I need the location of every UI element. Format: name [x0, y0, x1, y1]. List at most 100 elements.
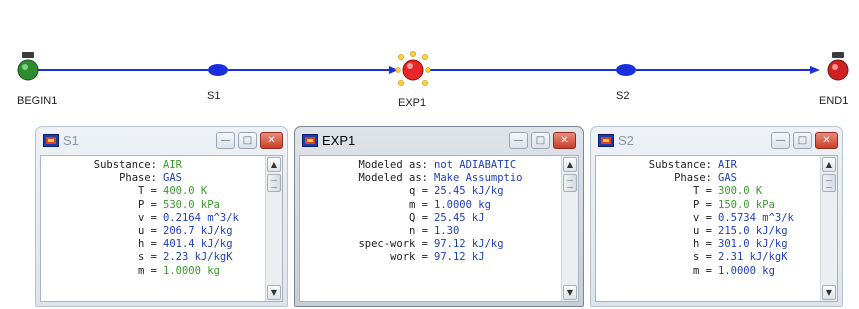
app-icon: [302, 134, 318, 147]
property-label: v =: [138, 211, 157, 224]
properties-list: Substance: AIR Phase: GAS T = 400.0 K P = 530.0…: [41, 156, 265, 301]
flow-diagram: [17, 51, 849, 86]
scroll-down-icon[interactable]: ▼: [267, 285, 281, 300]
property-value: AIR: [718, 159, 737, 171]
property-label: m =: [693, 264, 712, 277]
scroll-up-icon[interactable]: ▲: [563, 157, 577, 172]
property-value: 1.30: [434, 224, 460, 237]
maximize-button[interactable]: □: [793, 132, 812, 149]
vertical-scrollbar[interactable]: ▲ ▼: [561, 156, 578, 301]
property-value: 215.0 kJ/kg: [718, 224, 788, 237]
property-value: 150.0 kPa: [718, 198, 775, 211]
window-exp1[interactable]: EXP1 — □ ✕ Modeled as: not ADIABATIC Model…: [294, 126, 584, 307]
property-label: v =: [693, 211, 712, 224]
close-button[interactable]: ✕: [815, 132, 838, 149]
property-value: 1.0000 kg: [163, 264, 220, 277]
scroll-thumb[interactable]: [822, 174, 836, 192]
property-label: Substance:: [93, 159, 157, 171]
property-value: GAS: [163, 172, 182, 185]
property-value: 0.5734 m^3/k: [718, 211, 794, 224]
property-label: T =: [138, 185, 157, 198]
vertical-scrollbar[interactable]: ▲ ▼: [820, 156, 837, 301]
property-label: P =: [138, 198, 157, 211]
stream-s1-node-icon[interactable]: [208, 64, 228, 76]
property-label: m =: [138, 264, 157, 277]
property-row: P = 530.0 kPa: [41, 199, 265, 212]
property-row: Modeled as: not ADIABATIC: [300, 159, 561, 172]
window-s2-titlebar[interactable]: S2 — □ ✕: [591, 127, 842, 154]
scroll-thumb[interactable]: [267, 174, 281, 192]
scroll-up-icon[interactable]: ▲: [267, 157, 281, 172]
property-label: s =: [138, 251, 157, 264]
property-row: m = 1.0000 kg: [41, 265, 265, 278]
property-label: h =: [138, 238, 157, 251]
arrowhead-end: [810, 66, 820, 74]
begin-node-icon[interactable]: [17, 52, 39, 81]
expander-node-icon[interactable]: [395, 51, 431, 86]
property-label: Modeled as:: [358, 172, 428, 185]
scroll-down-icon[interactable]: ▼: [563, 285, 577, 300]
property-label: n =: [409, 224, 428, 237]
property-label: P =: [693, 198, 712, 211]
property-label: u =: [693, 224, 712, 237]
scroll-down-icon[interactable]: ▼: [822, 285, 836, 300]
property-value: 2.31 kJ/kgK: [718, 251, 788, 264]
property-label: Phase:: [674, 172, 712, 185]
property-label: Modeled as:: [358, 159, 428, 171]
window-exp1-title: EXP1: [322, 133, 356, 148]
property-value: AIR: [163, 159, 182, 171]
window-s2-content: Substance: AIR Phase: GAS T = 300.0 K P = 150.0…: [595, 155, 838, 302]
property-label: h =: [693, 238, 712, 251]
property-label: work =: [390, 251, 428, 264]
window-s1[interactable]: S1 — □ ✕ Substance: AIR Phase: GAS T = 400.0 …: [35, 126, 288, 307]
property-value: not ADIABATIC: [434, 159, 517, 171]
property-row: h = 401.4 kJ/kg: [41, 238, 265, 251]
end-node-icon[interactable]: [827, 52, 849, 81]
stream-s2-label: S2: [616, 90, 630, 102]
property-label: s =: [693, 251, 712, 264]
property-row: q = 25.45 kJ/kg: [300, 185, 561, 198]
minimize-button[interactable]: —: [771, 132, 790, 149]
window-s2-title: S2: [618, 133, 634, 148]
property-label: T =: [693, 185, 712, 198]
property-row: Substance: AIR: [41, 159, 265, 172]
property-value: 25.45 kJ: [434, 211, 485, 224]
minimize-button[interactable]: —: [216, 132, 235, 149]
stream-s2-node-icon[interactable]: [616, 64, 636, 76]
property-value: 97.12 kJ: [434, 251, 485, 264]
properties-list: Substance: AIR Phase: GAS T = 300.0 K P = 150.0…: [596, 156, 820, 301]
scroll-thumb[interactable]: [563, 174, 577, 192]
property-row: Phase: GAS: [596, 172, 820, 185]
property-value: 301.0 kJ/kg: [718, 238, 788, 251]
property-row: s = 2.23 kJ/kgK: [41, 251, 265, 264]
property-value: 400.0 K: [163, 185, 208, 198]
property-row: m = 1.0000 kg: [300, 199, 561, 212]
property-label: spec-work =: [358, 238, 428, 251]
property-value: 300.0 K: [718, 185, 763, 198]
window-s2[interactable]: S2 — □ ✕ Substance: AIR Phase: GAS T = 300.0 …: [590, 126, 843, 307]
property-value: 1.0000 kg: [434, 198, 491, 211]
maximize-button[interactable]: □: [531, 132, 550, 149]
property-value: 2.23 kJ/kgK: [163, 251, 233, 264]
properties-list: Modeled as: not ADIABATIC Modeled as: Make …: [300, 156, 561, 301]
property-value: Make Assumptio: [434, 172, 523, 185]
property-row: Substance: AIR: [596, 159, 820, 172]
window-s1-title: S1: [63, 133, 79, 148]
close-button[interactable]: ✕: [553, 132, 576, 149]
minimize-button[interactable]: —: [509, 132, 528, 149]
scroll-up-icon[interactable]: ▲: [822, 157, 836, 172]
property-label: u =: [138, 224, 157, 237]
property-row: n = 1.30: [300, 225, 561, 238]
vertical-scrollbar[interactable]: ▲ ▼: [265, 156, 282, 301]
window-exp1-titlebar[interactable]: EXP1 — □ ✕: [295, 127, 583, 154]
property-row: Q = 25.45 kJ: [300, 212, 561, 225]
property-row: T = 300.0 K: [596, 185, 820, 198]
close-button[interactable]: ✕: [260, 132, 283, 149]
window-s1-content: Substance: AIR Phase: GAS T = 400.0 K P = 530.0…: [40, 155, 283, 302]
window-s1-titlebar[interactable]: S1 — □ ✕: [36, 127, 287, 154]
property-row: v = 0.5734 m^3/k: [596, 212, 820, 225]
maximize-button[interactable]: □: [238, 132, 257, 149]
property-row: u = 206.7 kJ/kg: [41, 225, 265, 238]
property-row: P = 150.0 kPa: [596, 199, 820, 212]
property-label: Q =: [409, 211, 428, 224]
